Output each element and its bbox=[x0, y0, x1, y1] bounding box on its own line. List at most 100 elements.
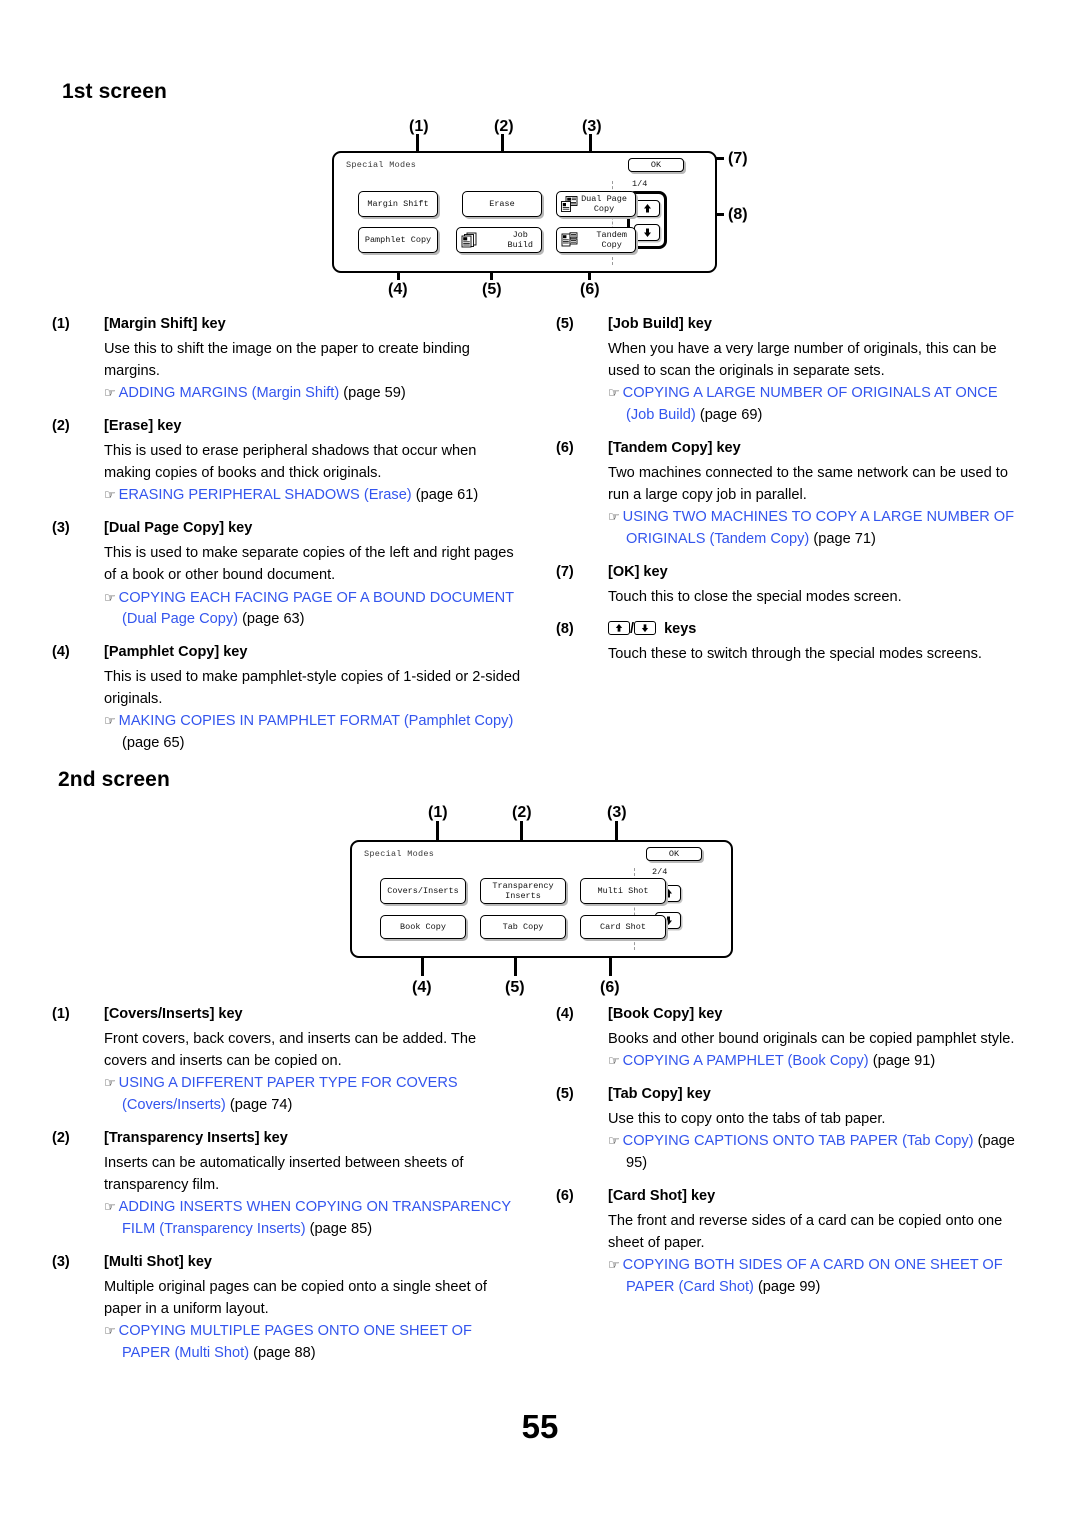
entry-number: (4) bbox=[52, 643, 70, 660]
entry-erase: (2) [Erase] key This is used to erase pe… bbox=[52, 418, 522, 507]
reference-link[interactable]: COPYING A LARGE NUMBER OF ORIGINALS AT O… bbox=[623, 385, 998, 423]
key-erase-label: Erase bbox=[489, 198, 515, 209]
down-arrow-key[interactable] bbox=[634, 223, 660, 241]
entry-multi-shot: (3) [Multi Shot] key Multiple original p… bbox=[52, 1254, 522, 1365]
entry-number: (3) bbox=[52, 520, 70, 537]
entry-head: (1) [Margin Shift] key bbox=[52, 316, 522, 332]
key-book-copy-label: Book Copy bbox=[400, 921, 446, 932]
reference-page: (page 65) bbox=[122, 735, 185, 752]
callout-5: (5) bbox=[505, 979, 525, 996]
entry-title-suffix: keys bbox=[664, 620, 697, 637]
reference-link[interactable]: MAKING COPIES IN PAMPHLET FORMAT (Pamphl… bbox=[119, 713, 514, 729]
entry-number: (5) bbox=[556, 316, 574, 332]
entry-body: Multiple original pages can be copied on… bbox=[104, 1278, 487, 1317]
entry-head: (6) [Tandem Copy] key bbox=[556, 440, 1026, 456]
entry-head: (5) [Job Build] key bbox=[556, 316, 1026, 332]
callout-4: (4) bbox=[388, 281, 408, 298]
pointing-hand-icon: ☞ bbox=[608, 386, 620, 402]
key-margin-shift-label: Margin Shift bbox=[367, 198, 429, 209]
callout-6: (6) bbox=[600, 979, 620, 996]
reference-page: (page 59) bbox=[343, 385, 406, 402]
key-margin-shift[interactable]: Margin Shift bbox=[358, 191, 438, 217]
entry-reference: ☞ COPYING A PAMPHLET (Book Copy) (page 91… bbox=[608, 1051, 1026, 1073]
entry-head: (3) [Multi Shot] key bbox=[52, 1254, 522, 1270]
pointing-hand-icon: ☞ bbox=[608, 1257, 620, 1273]
entry-tandem-copy: (6) [Tandem Copy] key Two machines conne… bbox=[556, 440, 1026, 551]
key-tab-copy[interactable]: Tab Copy bbox=[480, 915, 566, 939]
entry-title: [Margin Shift] key bbox=[104, 316, 226, 332]
callout-8: (8) bbox=[728, 206, 748, 223]
reference-link[interactable]: ADDING MARGINS (Margin Shift) bbox=[119, 385, 340, 401]
tandem-copy-icon bbox=[561, 232, 578, 248]
description-column-1-right: (5) [Job Build] key When you have a very… bbox=[556, 316, 1026, 678]
key-book-copy[interactable]: Book Copy bbox=[380, 915, 466, 939]
key-dual-page-copy-label: Dual Page Copy bbox=[581, 193, 627, 214]
entry-title: [Covers/Inserts] key bbox=[104, 1006, 243, 1022]
key-job-build-label: Job Build bbox=[507, 229, 533, 250]
screen-diagram-2: (1) (2) (3) (4) (5) (6) Special Modes OK… bbox=[342, 802, 742, 1000]
key-erase[interactable]: Erase bbox=[462, 191, 542, 217]
key-job-build[interactable]: Job Build bbox=[456, 227, 542, 253]
entry-dual-page-copy: (3) [Dual Page Copy] key This is used to… bbox=[52, 520, 522, 631]
entry-reference: ☞ COPYING CAPTIONS ONTO TAB PAPER (Tab Co… bbox=[608, 1131, 1026, 1174]
entry-title: [Tab Copy] key bbox=[608, 1085, 711, 1102]
entry-head: (2) [Transparency Inserts] key bbox=[52, 1130, 522, 1146]
callout-3: (3) bbox=[607, 804, 627, 821]
entry-reference: ☞ COPYING BOTH SIDES OF A CARD ON ONE SHE… bbox=[608, 1255, 1026, 1298]
entry-body: Inserts can be automatically inserted be… bbox=[104, 1154, 464, 1193]
reference-link[interactable]: COPYING CAPTIONS ONTO TAB PAPER (Tab Cop… bbox=[623, 1133, 974, 1149]
entry-reference: ☞ MAKING COPIES IN PAMPHLET FORMAT (Pamph… bbox=[104, 711, 522, 754]
section-heading-2nd-screen: 2nd screen bbox=[58, 768, 170, 791]
entry-head: (8) / keys bbox=[556, 620, 1026, 637]
key-covers-inserts[interactable]: Covers/Inserts bbox=[380, 878, 466, 904]
down-arrow-key-icon bbox=[634, 620, 657, 635]
key-tandem-copy[interactable]: Tandem Copy bbox=[556, 227, 636, 253]
page-indicator: 2/4 bbox=[652, 867, 668, 877]
entry-title: [Multi Shot] key bbox=[104, 1253, 212, 1270]
reference-link[interactable]: COPYING EACH FACING PAGE OF A BOUND DOCU… bbox=[119, 590, 514, 628]
key-pamphlet-copy[interactable]: Pamphlet Copy bbox=[358, 227, 438, 253]
ok-button[interactable]: OK bbox=[628, 158, 684, 172]
reference-link[interactable]: COPYING A PAMPHLET (Book Copy) bbox=[623, 1053, 869, 1069]
entry-pamphlet-copy: (4) [Pamphlet Copy] key This is used to … bbox=[52, 644, 522, 755]
key-tab-copy-label: Tab Copy bbox=[502, 921, 544, 932]
pointing-hand-icon: ☞ bbox=[104, 1076, 116, 1092]
up-arrow-key[interactable] bbox=[634, 199, 660, 217]
manual-page: 1st screen (1) (2) (3) (4) (5) (6) (7) (… bbox=[0, 0, 1080, 1528]
entry-head: (1) [Covers/Inserts] key bbox=[52, 1006, 522, 1022]
pointing-hand-icon: ☞ bbox=[608, 1134, 620, 1150]
pointing-hand-icon: ☞ bbox=[104, 590, 116, 606]
ok-button[interactable]: OK bbox=[646, 847, 702, 861]
key-transparency-inserts-label: Transparency Inserts bbox=[492, 880, 554, 901]
key-covers-inserts-label: Covers/Inserts bbox=[387, 885, 459, 896]
entry-head: (4) [Book Copy] key bbox=[556, 1006, 1026, 1022]
key-pamphlet-copy-label: Pamphlet Copy bbox=[364, 234, 432, 245]
callout-4: (4) bbox=[412, 979, 432, 996]
entry-tab-copy: (5) [Tab Copy] key Use this to copy onto… bbox=[556, 1086, 1026, 1175]
callout-6: (6) bbox=[580, 281, 600, 298]
entry-body: The front and reverse sides of a card ca… bbox=[608, 1212, 1003, 1251]
reference-link[interactable]: ERASING PERIPHERAL SHADOWS (Erase) bbox=[119, 487, 412, 503]
description-column-2-right: (4) [Book Copy] key Books and other boun… bbox=[556, 1006, 1026, 1311]
key-dual-page-copy[interactable]: Dual Page Copy bbox=[556, 191, 636, 217]
key-card-shot[interactable]: Card Shot bbox=[580, 915, 666, 939]
ok-button-label: OK bbox=[668, 849, 680, 859]
entry-title: [Transparency Inserts] key bbox=[104, 1129, 288, 1146]
entry-body: Two machines connected to the same netwo… bbox=[608, 464, 1008, 503]
entry-number: (6) bbox=[556, 1187, 574, 1204]
reference-page: (page 99) bbox=[757, 1278, 821, 1295]
panel-title: Special Modes bbox=[364, 849, 435, 859]
callout-1: (1) bbox=[428, 804, 448, 821]
key-card-shot-label: Card Shot bbox=[600, 921, 646, 932]
entry-number: (4) bbox=[556, 1006, 574, 1022]
key-multi-shot[interactable]: Multi Shot bbox=[580, 878, 666, 904]
entry-job-build: (5) [Job Build] key When you have a very… bbox=[556, 316, 1026, 427]
entry-reference: ☞ COPYING EACH FACING PAGE OF A BOUND DOC… bbox=[104, 588, 522, 631]
entry-scroll-keys: (8) / keys Touch these to switch through… bbox=[556, 620, 1026, 665]
entry-number: (2) bbox=[52, 1129, 70, 1146]
key-transparency-inserts[interactable]: Transparency Inserts bbox=[480, 878, 566, 904]
pointing-hand-icon: ☞ bbox=[608, 1054, 620, 1070]
entry-covers-inserts: (1) [Covers/Inserts] key Front covers, b… bbox=[52, 1006, 522, 1117]
entry-body: When you have a very large number of ori… bbox=[608, 341, 997, 380]
entry-title: [Erase] key bbox=[104, 418, 182, 435]
